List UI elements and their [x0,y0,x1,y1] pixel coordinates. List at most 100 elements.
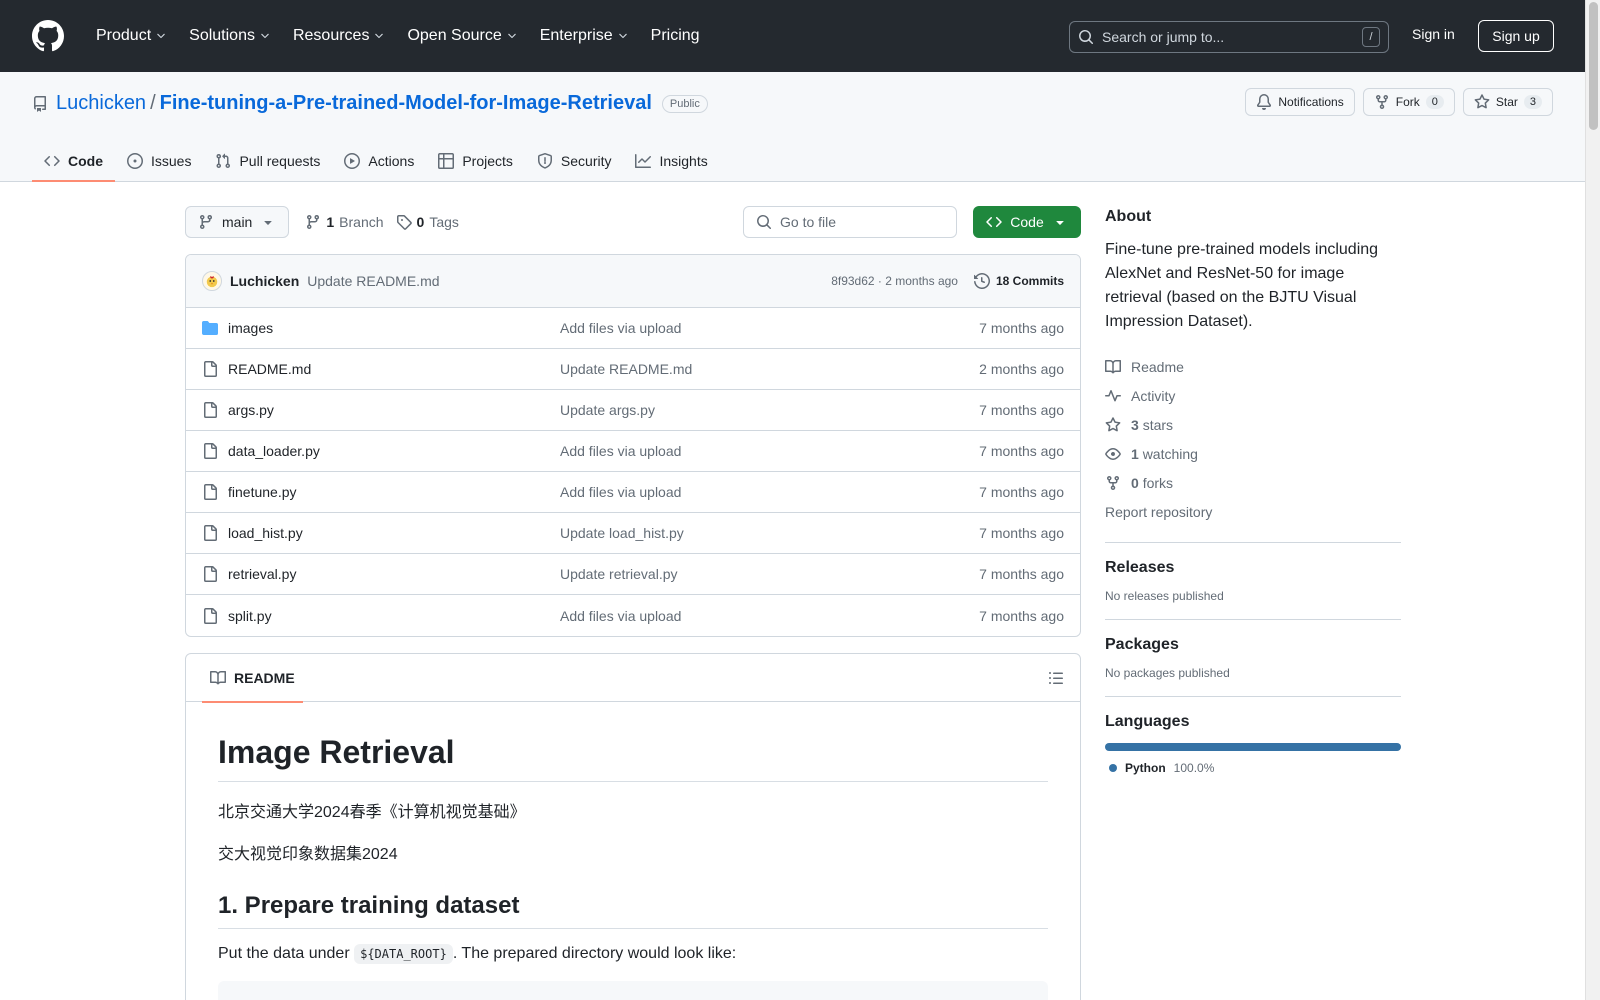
main-content: main 1 Branch 0 Tags Go to file Code Luc… [185,206,1081,1000]
table-row[interactable]: README.md Update README.md 2 months ago [186,349,1080,390]
file-commit-message[interactable]: Add files via upload [560,443,979,459]
fork-label: Fork [1395,95,1420,109]
nav-product[interactable]: Product [88,20,175,52]
tab-code[interactable]: Code [32,140,115,182]
outline-button[interactable] [1048,670,1064,686]
notifications-label: Notifications [1278,95,1344,109]
file-name-link[interactable]: images [228,320,560,336]
report-repository-link[interactable]: Report repository [1105,497,1401,526]
fork-button[interactable]: Fork 0 [1362,88,1455,116]
repo-owner-link[interactable]: Luchicken [56,92,146,115]
nav-enterprise[interactable]: Enterprise [532,20,637,52]
table-row[interactable]: load_hist.py Update load_hist.py 7 month… [186,513,1080,554]
page-scrollbar[interactable] [1585,0,1600,1000]
language-color-dot [1109,764,1117,772]
forks-count: 0 [1131,474,1139,491]
activity-link[interactable]: Activity [1105,381,1401,410]
readme-header: README [186,654,1080,703]
code-dropdown-button[interactable]: Code [973,206,1081,238]
file-name-link[interactable]: load_hist.py [228,525,560,541]
tab-actions[interactable]: Actions [332,140,426,182]
repo-name-link[interactable]: Fine-tuning-a-Pre-trained-Model-for-Imag… [160,92,652,115]
file-icon [204,443,217,459]
table-row[interactable]: data_loader.py Add files via upload 7 mo… [186,431,1080,472]
commit-message-link[interactable]: Update README.md [307,273,439,289]
nav-solutions[interactable]: Solutions [181,20,279,52]
file-commit-message[interactable]: Update load_hist.py [560,525,979,541]
watching-label: watching [1142,445,1198,462]
languages-section: Languages Python 100.0% [1105,696,1401,775]
languages-heading: Languages [1105,713,1190,730]
star-icon [1105,416,1121,431]
file-commit-message[interactable]: Update args.py [560,402,979,418]
global-nav: Product Solutions Resources Open Source … [88,20,714,52]
tab-issues[interactable]: Issues [115,140,203,182]
file-name-link[interactable]: args.py [228,402,560,418]
forks-text: 0 forks [1131,475,1173,491]
notifications-button[interactable]: Notifications [1245,88,1355,116]
releases-heading[interactable]: Releases [1105,559,1401,577]
commit-author-link[interactable]: Luchicken [230,273,299,289]
file-commit-message[interactable]: Add files via upload [560,608,979,624]
table-row[interactable]: finetune.py Add files via upload 7 month… [186,472,1080,513]
tab-pull-requests[interactable]: Pull requests [203,140,332,182]
file-icon [204,566,217,582]
file-commit-message[interactable]: Add files via upload [560,320,979,336]
watchers-link[interactable]: 1 watching [1105,439,1401,468]
commits-history-link[interactable]: 18 Commits [973,273,1064,289]
list-unordered-icon [1049,671,1063,684]
file-commit-date: 7 months ago [979,402,1064,418]
stars-count: 3 [1131,416,1139,433]
readme-tab-label: README [234,669,295,686]
releases-section: Releases No releases published [1105,542,1401,603]
table-row[interactable]: split.py Add files via upload 7 months a… [186,595,1080,636]
tab-projects[interactable]: Projects [426,140,525,182]
branch-select-button[interactable]: main [185,206,290,238]
tags-link[interactable]: 0 Tags [396,214,459,230]
sign-in-link[interactable]: Sign in [1412,26,1455,42]
file-name-link[interactable]: retrieval.py [228,566,560,582]
file-commit-message[interactable]: Update retrieval.py [560,566,979,582]
bell-icon [1257,94,1272,110]
readme-link[interactable]: Readme [1105,352,1401,381]
file-commit-message[interactable]: Add files via upload [560,484,979,500]
table-row[interactable]: images Add files via upload 7 months ago [186,308,1080,349]
packages-empty-text: No packages published [1105,666,1230,680]
packages-section: Packages No packages published [1105,619,1401,680]
github-logo-icon[interactable] [32,20,64,52]
nav-resources[interactable]: Resources [285,20,393,52]
stars-link[interactable]: 3 stars [1105,410,1401,439]
avatar[interactable] [202,271,222,291]
global-header: Product Solutions Resources Open Source … [0,0,1585,72]
nav-pricing[interactable]: Pricing [643,20,708,52]
nav-enterprise-label: Enterprise [539,27,613,44]
file-name-link[interactable]: split.py [228,608,560,624]
table-row[interactable]: args.py Update args.py 7 months ago [186,390,1080,431]
forks-link[interactable]: 0 forks [1105,468,1401,497]
file-name-link[interactable]: data_loader.py [228,443,560,459]
tab-insights[interactable]: Insights [623,140,719,182]
commit-sha-time[interactable]: 8f93d62 · 2 months ago [831,274,958,288]
pull-request-icon [216,153,231,169]
folder-icon [202,321,218,335]
branch-count: 1 [326,214,335,230]
readme-tab[interactable]: README [202,654,303,703]
branch-name: main [222,214,253,230]
file-name-link[interactable]: finetune.py [228,484,560,500]
tab-projects-label: Projects [462,153,513,169]
packages-heading[interactable]: Packages [1105,636,1401,654]
sign-up-button[interactable]: Sign up [1478,20,1554,52]
tab-security[interactable]: Security [525,140,624,182]
file-name-link[interactable]: README.md [228,361,560,377]
go-to-file-input[interactable]: Go to file [743,206,957,238]
language-item-python[interactable]: Python 100.0% [1105,761,1401,775]
file-commit-message[interactable]: Update README.md [560,361,979,377]
stars-text: 3 stars [1131,417,1173,433]
branches-link[interactable]: 1 Branch [305,214,384,230]
star-button[interactable]: Star 3 [1462,88,1553,116]
nav-resources-label: Resources [292,27,370,44]
search-input[interactable]: Search or jump to... / [1069,21,1389,53]
scrollbar-thumb[interactable] [1589,2,1598,130]
table-row[interactable]: retrieval.py Update retrieval.py 7 month… [186,554,1080,595]
nav-open-source[interactable]: Open Source [399,20,525,52]
